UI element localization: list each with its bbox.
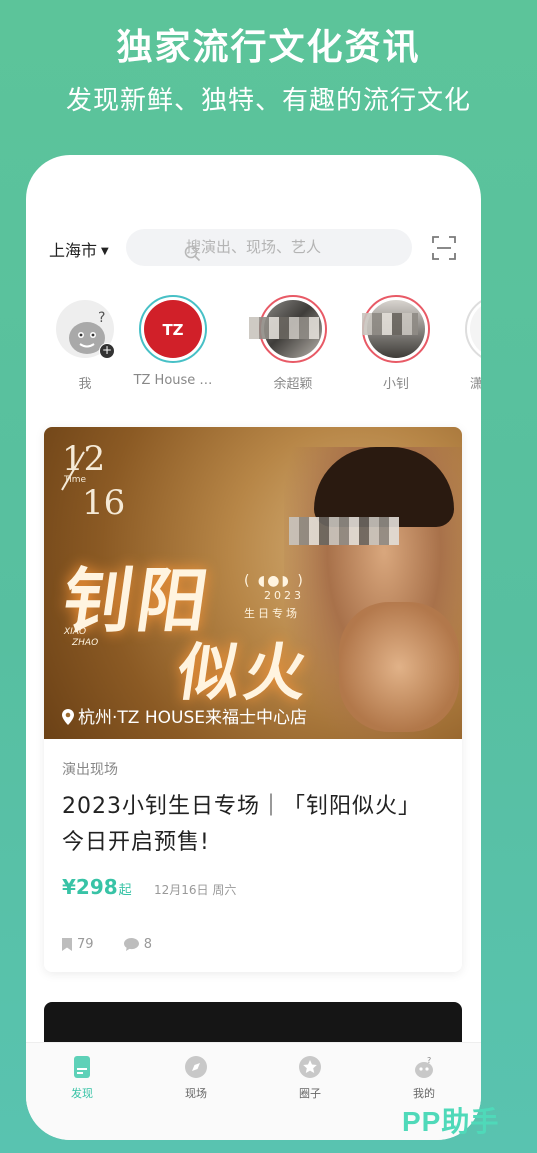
scan-icon[interactable] [431,235,457,265]
profile-icon: ? [384,1055,464,1079]
star-icon [270,1055,350,1079]
card-title[interactable]: 2023小钊生日专场｜「钊阳似火」 今日开启预售! [62,789,446,861]
svg-text:?: ? [98,310,105,326]
phone-frame: 上海市 ▼ 搜演出、现场、艺人 ? + 我 TZ TZ House … 余超颖 … [26,155,481,1140]
promo-title: 独家流行文化资讯 [116,27,421,68]
bookmark-icon [62,938,72,951]
moon-phase-icon: ( ◖●◗ ) [244,573,305,589]
story-tz-house[interactable]: TZ HOUSE TZ House … [130,295,216,388]
story-partial[interactable]: 潇 [456,295,481,392]
tz-house-logo: TZ HOUSE [144,300,202,358]
tab-label: 圈子 [299,1087,321,1100]
event-poster[interactable]: 12 Time 16 ( ◖●◗ ) 2023 生日专场 钊阳 XIAO ZHA… [44,427,462,739]
city-label: 上海市 [49,241,98,260]
caret-down-icon: ▼ [101,246,109,257]
avatar [362,295,430,363]
censor-mosaic [362,313,418,335]
avatar: ? + [51,295,119,363]
price-row: ¥298起 12月16日 周六 [62,875,446,899]
poster-venue: 杭州·TZ HOUSE来福士中心店 [62,703,307,730]
tab-discover[interactable]: 发现 [42,1055,122,1101]
event-date: 12月16日 周六 [154,883,237,897]
avatar [249,295,327,363]
story-xiao-zhao[interactable]: 小钊 [353,295,439,392]
tab-profile[interactable]: ? 我的 [384,1055,464,1101]
search-input[interactable]: 搜演出、现场、艺人 [126,229,412,266]
location-pin-icon [62,709,74,730]
following-strip: ? + 我 TZ HOUSE TZ House … 余超颖 [26,295,481,405]
story-label: 小钊 [382,377,409,392]
story-yu-chaoying[interactable]: 余超颖 [249,295,336,392]
tab-label: 发现 [71,1087,93,1100]
search-placeholder: 搜演出、现场、艺人 [186,238,322,256]
avatar: TZ HOUSE [139,295,207,363]
search-icon [184,239,201,276]
story-label: 潇 [470,377,481,392]
poster-title-line2: 似火 [173,636,316,709]
comment-stat[interactable]: 8 [123,937,152,952]
tab-circle[interactable]: 圈子 [270,1055,350,1101]
tab-label: 我的 [413,1087,435,1100]
card-stats: 79 8 [62,937,178,955]
comment-icon [123,938,139,951]
avatar [465,295,481,363]
story-label: TZ House … [133,373,213,388]
city-selector[interactable]: 上海市 ▼ [49,237,109,261]
bookmark-stat[interactable]: 79 [62,937,94,952]
svg-text:?: ? [427,1056,431,1065]
price: ¥298 [62,875,118,899]
discover-icon [42,1055,122,1079]
poster-english: XIAO ZHAO [64,627,99,648]
card-body: 演出现场 2023小钊生日专场｜「钊阳似火」 今日开启预售! ¥298起 12月… [62,759,446,899]
compass-icon [156,1055,236,1079]
poster-date-month: 12 [62,439,106,479]
story-label: 余超颖 [273,377,313,392]
comment-count: 8 [143,937,152,952]
poster-date-day: 16 [82,483,126,523]
price-suffix: 起 [118,883,132,898]
tab-live[interactable]: 现场 [156,1055,236,1101]
poster-subtitle: 生日专场 [244,607,300,620]
event-card[interactable]: 12 Time 16 ( ◖●◗ ) 2023 生日专场 钊阳 XIAO ZHA… [44,427,462,972]
card-category: 演出现场 [62,762,118,778]
story-me[interactable]: ? + 我 [42,295,128,392]
watermark-logo: PP助手 [402,1106,500,1137]
promo-subtitle: 发现新鲜、独特、有趣的流行文化 [65,86,471,116]
tab-label: 现场 [185,1087,207,1100]
poster-year: 2023 [264,589,304,602]
censor-mosaic [249,317,319,339]
story-label: 我 [78,377,92,392]
bookmark-count: 79 [77,937,94,952]
add-icon[interactable]: + [99,343,115,359]
